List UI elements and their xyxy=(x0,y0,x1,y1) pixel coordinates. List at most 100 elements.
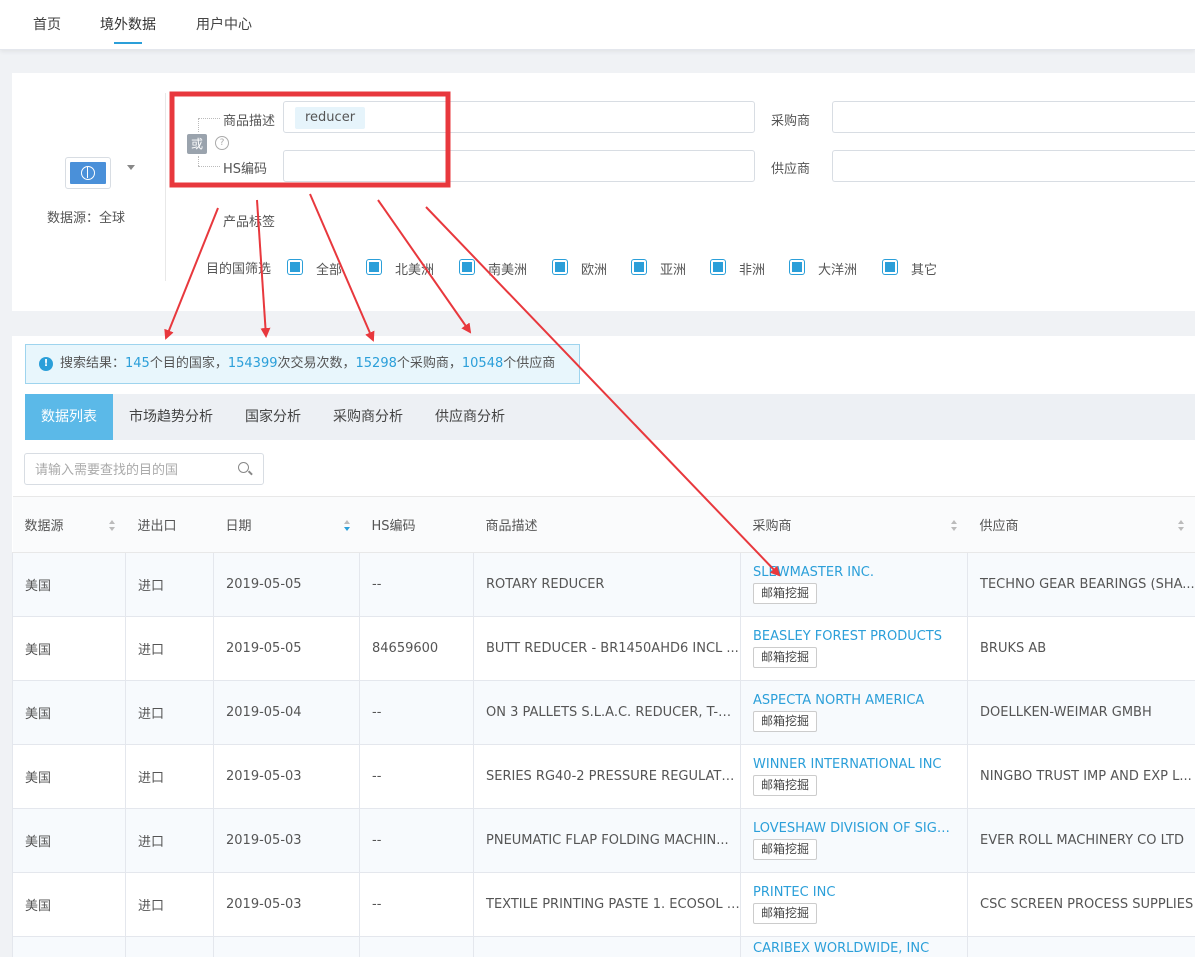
sort-icon xyxy=(108,520,116,531)
cell-supplier-link[interactable]: CSC SCREEN PROCESS SUPPLIES xyxy=(967,872,1195,937)
nav-user-center[interactable]: 用户中心 xyxy=(196,14,252,34)
cell-date xyxy=(213,936,360,957)
cell-supplier-link[interactable]: DOELLKEN-WEIMAR GMBH xyxy=(967,680,1195,745)
cell-date: 2019-05-03 xyxy=(213,744,360,809)
tab-bar: 数据列表 市场趋势分析 国家分析 采购商分析 供应商分析 xyxy=(25,394,1195,440)
tab-supplier-analysis[interactable]: 供应商分析 xyxy=(419,394,521,440)
cell-desc-link[interactable]: PNEUMATIC FLAP FOLDING MACHIN... xyxy=(473,808,741,873)
search-summary: ! 搜索结果：145个目的国家，154399次交易次数，15298个采购商，10… xyxy=(25,344,580,384)
product-desc-input[interactable]: reducer xyxy=(283,101,755,133)
tab-country-analysis[interactable]: 国家分析 xyxy=(229,394,317,440)
cell-desc-link[interactable]: SERIES RG40-2 PRESSURE REGULATO... xyxy=(473,744,741,809)
cell-source: 美国 xyxy=(12,872,126,937)
nav-home[interactable]: 首页 xyxy=(33,14,61,34)
cell-hs: -- xyxy=(359,744,474,809)
buyer-link[interactable]: CARIBEX WORLDWIDE, INC xyxy=(753,941,958,956)
buyer-link[interactable]: ASPECTA NORTH AMERICA xyxy=(753,693,958,708)
col-header-label: 供应商 xyxy=(979,519,1019,534)
table-row: 美国 进口 2019-05-05 -- ROTARY REDUCER SLEWM… xyxy=(12,552,1195,617)
supplier-input[interactable] xyxy=(832,150,1195,182)
col-header-desc: 商品描述 xyxy=(473,496,741,553)
cell-supplier-link[interactable]: TECHNO GEAR BEARINGS (SHA... xyxy=(967,552,1195,617)
filter-panel: 数据源：全球 或 ? 商品描述 reducer HS编码 采购商 供应商 产品标… xyxy=(12,73,1195,311)
hs-code-label: HS编码 xyxy=(223,162,268,177)
top-nav: 首页 境外数据 用户中心 xyxy=(0,0,1195,50)
info-icon: ! xyxy=(39,357,53,371)
mail-mining-button[interactable]: 邮箱挖掘 xyxy=(753,839,818,860)
summary-text: 个目的国家， xyxy=(149,356,228,371)
results-panel: ! 搜索结果：145个目的国家，154399次交易次数，15298个采购商，10… xyxy=(12,336,1195,957)
col-header-date[interactable]: 日期 xyxy=(213,496,360,553)
cell-io: 进口 xyxy=(125,808,214,873)
buyer-link[interactable]: BEASLEY FOREST PRODUCTS xyxy=(753,629,958,644)
summary-suppliers: 10548 xyxy=(461,356,504,371)
buyer-link[interactable]: PRINTEC INC xyxy=(753,885,958,900)
summary-text: 个采购商， xyxy=(396,356,462,371)
cell-supplier-link[interactable]: EVER ROLL MACHINERY CO LTD xyxy=(967,808,1195,873)
tab-market-trend[interactable]: 市场趋势分析 xyxy=(113,394,229,440)
data-source-select[interactable] xyxy=(65,157,111,189)
mail-mining-button[interactable]: 邮箱挖掘 xyxy=(753,583,818,604)
chevron-down-icon[interactable] xyxy=(127,165,135,170)
data-source-label: 数据源：全球 xyxy=(47,211,126,226)
cell-supplier-link[interactable]: BRUKS AB xyxy=(967,616,1195,681)
connector-line xyxy=(198,118,199,132)
cell-supplier-link[interactable]: NINGBO TRUST IMP AND EXP L... xyxy=(967,744,1195,809)
cell-buyer: PRINTEC INC 邮箱挖掘 xyxy=(740,872,968,937)
cell-desc-link[interactable]: BUTT REDUCER - BR1450AHD6 INCL ... xyxy=(473,616,741,681)
cell-hs: -- xyxy=(359,552,474,617)
mail-mining-button[interactable]: 邮箱挖掘 xyxy=(753,903,818,924)
cell-buyer: CARIBEX WORLDWIDE, INC xyxy=(740,936,968,957)
col-header-buyer[interactable]: 采购商 xyxy=(740,496,968,553)
cell-source: 美国 xyxy=(12,744,126,809)
cell-io xyxy=(125,936,214,957)
cell-hs: 84659600 xyxy=(359,616,474,681)
col-header-supplier[interactable]: 供应商 xyxy=(967,496,1195,553)
help-icon[interactable]: ? xyxy=(215,136,229,150)
cell-date: 2019-05-03 xyxy=(213,872,360,937)
cell-date: 2019-05-05 xyxy=(213,552,360,617)
cell-desc-link[interactable] xyxy=(473,936,741,957)
cell-supplier-link[interactable] xyxy=(967,936,1195,957)
buyer-input[interactable] xyxy=(832,101,1195,133)
summary-buyers: 15298 xyxy=(355,356,397,371)
buyer-link[interactable]: WINNER INTERNATIONAL INC xyxy=(753,757,958,772)
region-label: 非洲 xyxy=(739,263,766,278)
tab-buyer-analysis[interactable]: 采购商分析 xyxy=(317,394,419,440)
cell-io: 进口 xyxy=(125,680,214,745)
table-row: CARIBEX WORLDWIDE, INC xyxy=(12,936,1195,957)
cell-io: 进口 xyxy=(125,616,214,681)
cell-desc-link[interactable]: ON 3 PALLETS S.L.A.C. REDUCER, T-M... xyxy=(473,680,741,745)
keyword-tag[interactable]: reducer xyxy=(295,107,366,129)
hs-code-input[interactable] xyxy=(283,150,755,182)
search-icon[interactable] xyxy=(238,462,249,473)
region-label: 大洋洲 xyxy=(818,263,858,278)
cell-desc-link[interactable]: ROTARY REDUCER xyxy=(473,552,741,617)
col-header-io: 进出口 xyxy=(125,496,214,553)
cell-buyer: LOVESHAW DIVISION OF SIGN... 邮箱挖掘 xyxy=(740,808,968,873)
destination-search[interactable] xyxy=(24,453,264,485)
mail-mining-button[interactable]: 邮箱挖掘 xyxy=(753,775,818,796)
destination-search-input[interactable] xyxy=(35,460,225,480)
col-header-source[interactable]: 数据源 xyxy=(12,496,126,553)
mail-mining-button[interactable]: 邮箱挖掘 xyxy=(753,711,818,732)
cell-desc-link[interactable]: TEXTILE PRINTING PASTE 1. ECOSOL E... xyxy=(473,872,741,937)
tab-data-list[interactable]: 数据列表 xyxy=(25,394,113,440)
cell-io: 进口 xyxy=(125,552,214,617)
cell-buyer: WINNER INTERNATIONAL INC 邮箱挖掘 xyxy=(740,744,968,809)
mail-mining-button[interactable]: 邮箱挖掘 xyxy=(753,647,818,668)
or-toggle[interactable]: 或 xyxy=(187,134,207,154)
cell-date: 2019-05-03 xyxy=(213,808,360,873)
cell-source: 美国 xyxy=(12,808,126,873)
nav-overseas-data[interactable]: 境外数据 xyxy=(100,14,156,34)
sort-icon xyxy=(343,520,351,531)
un-flag-icon xyxy=(70,162,106,184)
buyer-link[interactable]: SLEWMASTER INC. xyxy=(753,565,958,580)
col-header-hs: HS编码 xyxy=(359,496,474,553)
buyer-label: 采购商 xyxy=(771,114,811,129)
cell-source: 美国 xyxy=(12,680,126,745)
cell-source: 美国 xyxy=(12,616,126,681)
summary-prefix: 搜索结果： xyxy=(60,356,126,371)
buyer-link[interactable]: LOVESHAW DIVISION OF SIGN... xyxy=(753,821,958,836)
cell-hs xyxy=(359,936,474,957)
